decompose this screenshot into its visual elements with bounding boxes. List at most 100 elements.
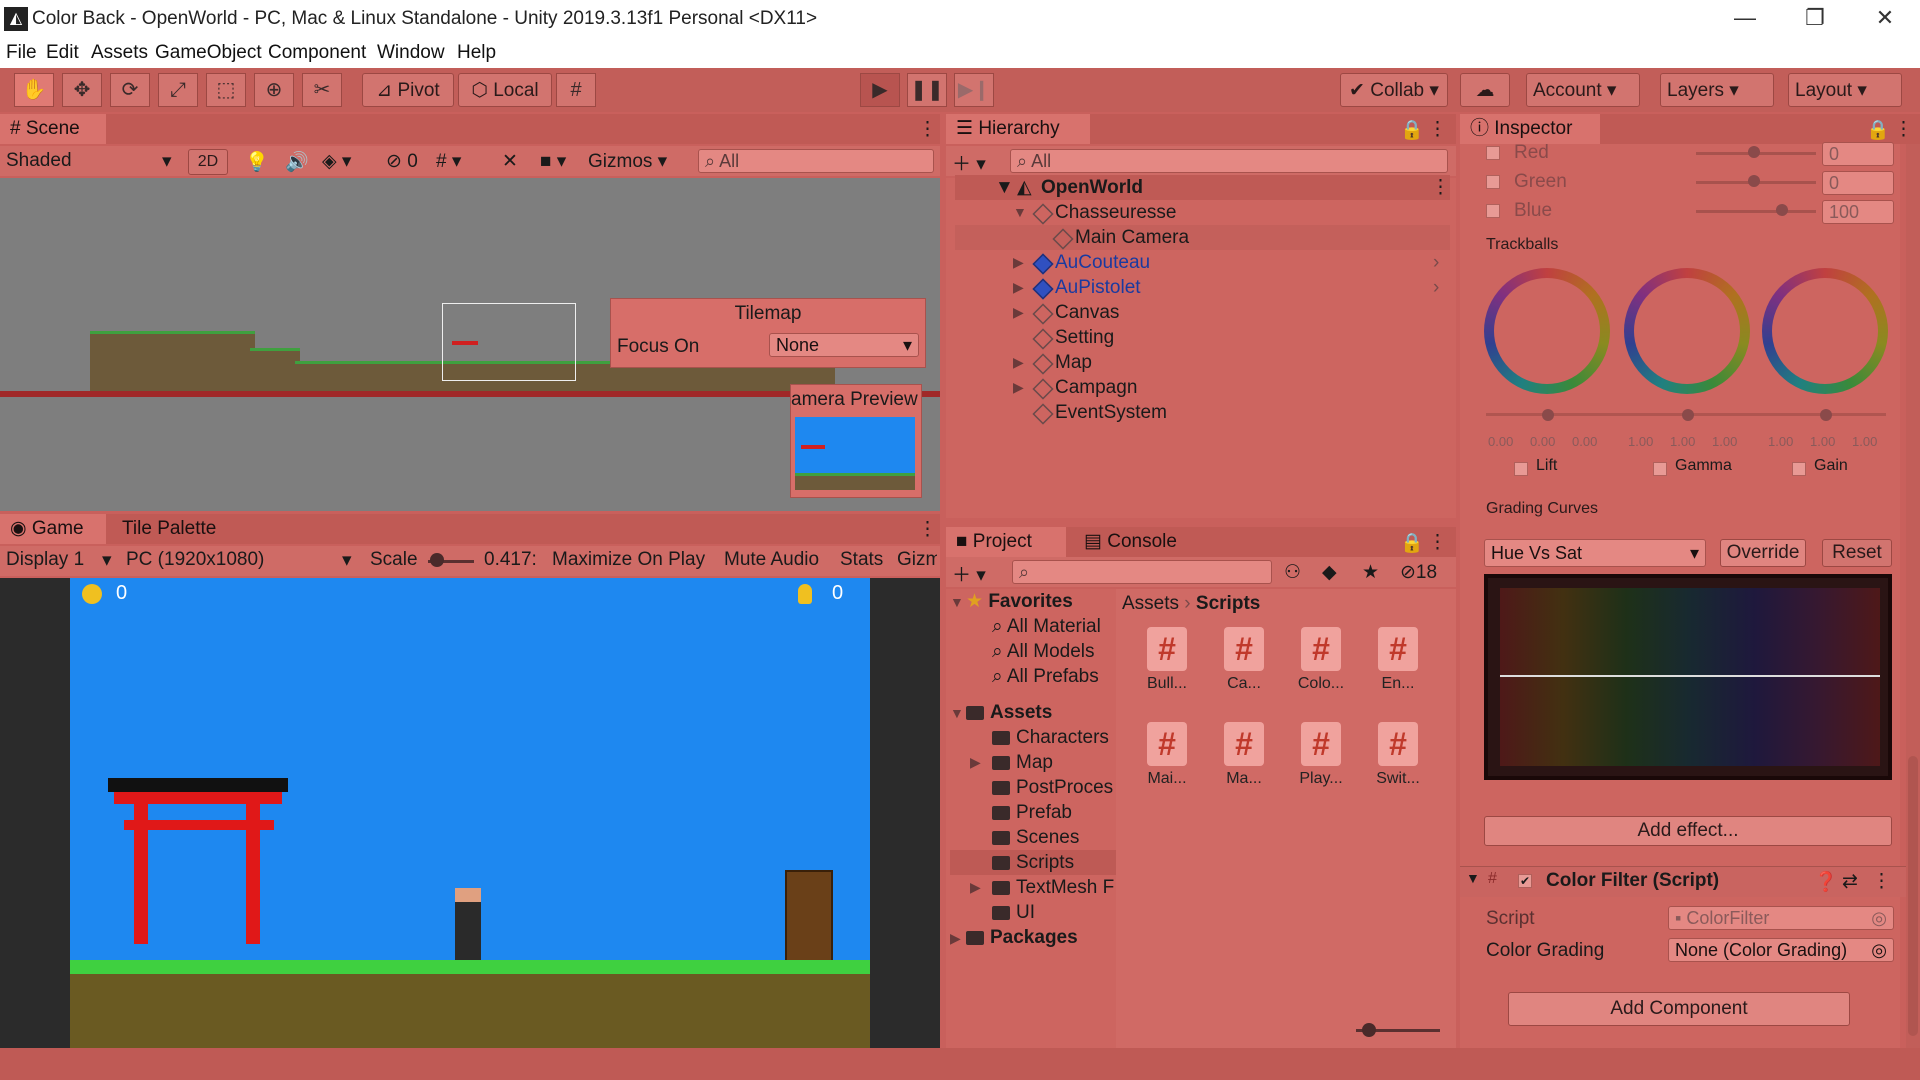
enabled-checkbox[interactable]: ✔ [1518, 874, 1532, 888]
hierarchy-row[interactable]: ▶ Canvas [955, 300, 1450, 325]
collab-dropdown[interactable]: ✔ Collab ▾ [1340, 73, 1448, 107]
grid-toggle-icon[interactable]: # ▾ [436, 150, 461, 173]
project-search-input[interactable]: ⌕ [1012, 560, 1272, 584]
script-tile[interactable]: # Colo... [1286, 627, 1356, 717]
expand-arrow-icon[interactable]: ▶ [970, 875, 981, 900]
transform-tool-icon[interactable]: ⊕ [254, 73, 294, 107]
favorite-all-prefabs[interactable]: ⌕ All Prefabs [992, 664, 1099, 689]
2d-toggle[interactable]: 2D [188, 149, 228, 175]
gizmos-dropdown[interactable]: Gizmos ▾ [588, 150, 667, 173]
trackball-checkbox[interactable] [1514, 462, 1528, 476]
game-viewport[interactable]: 0 0 [0, 578, 940, 1048]
hierarchy-row[interactable]: ▶ AuCouteau › [955, 250, 1450, 275]
maximize-on-play-toggle[interactable]: Maximize On Play [552, 549, 705, 571]
folder-item[interactable]: Prefab [950, 800, 1116, 825]
hierarchy-scene-row[interactable]: ▼ ◭ OpenWorld ⋮ [955, 175, 1450, 200]
hierarchy-row[interactable]: EventSystem [955, 400, 1450, 425]
hierarchy-row[interactable]: ▶ AuPistolet › [955, 275, 1450, 300]
favorite-star-icon[interactable]: ★ [1362, 561, 1379, 584]
help-icon[interactable]: ❓ [1814, 870, 1838, 894]
channel-checkbox[interactable] [1486, 175, 1500, 189]
project-lock-icon[interactable]: 🔒 [1400, 531, 1424, 555]
menu-assets[interactable]: Assets [91, 42, 148, 64]
camera-icon[interactable]: ■ ▾ [540, 150, 566, 173]
channel-value-field[interactable]: 100 [1822, 200, 1894, 224]
trackball-lift[interactable] [1484, 268, 1610, 394]
minimize-button[interactable]: — [1710, 0, 1780, 38]
inspector-menu-icon[interactable]: ⋮ [1894, 118, 1913, 141]
game-gizmos-toggle[interactable]: Gizm [897, 549, 937, 571]
expand-arrow-icon[interactable]: ▶ [1013, 275, 1024, 300]
assets-header[interactable]: ▼ Assets [950, 700, 1052, 725]
expand-arrow-icon[interactable]: ▶ [1013, 250, 1024, 275]
trackball-gain[interactable] [1762, 268, 1888, 394]
channel-slider-thumb[interactable] [1776, 204, 1788, 216]
hierarchy-lock-icon[interactable]: 🔒 [1400, 118, 1424, 142]
presets-icon[interactable]: ⇄ [1842, 870, 1858, 893]
hierarchy-row[interactable]: ▶ Campagn [955, 375, 1450, 400]
menu-component[interactable]: Component [268, 42, 366, 64]
lighting-icon[interactable]: 💡 [245, 150, 269, 174]
hierarchy-row[interactable]: Main Camera [955, 225, 1450, 250]
focus-on-dropdown[interactable]: None ▾ [769, 333, 919, 357]
scene-menu-icon[interactable]: ⋮ [918, 118, 937, 141]
account-dropdown[interactable]: Account ▾ [1526, 73, 1640, 107]
hand-tool-icon[interactable]: ✋ [14, 73, 54, 107]
lift-slider-thumb[interactable] [1542, 409, 1554, 421]
filter-type-icon[interactable]: ⚇ [1284, 561, 1301, 584]
script-tile[interactable]: # Bull... [1132, 627, 1202, 717]
tools-icon[interactable]: ✕ [502, 150, 518, 173]
effects-icon[interactable]: ◈ ▾ [322, 150, 351, 173]
hierarchy-search-input[interactable]: ⌕ All [1010, 149, 1448, 173]
hierarchy-add-button[interactable]: ＋ ▾ [952, 149, 986, 176]
game-menu-icon[interactable]: ⋮ [918, 518, 937, 541]
tab-inspector[interactable]: ⓘ Inspector [1460, 114, 1600, 144]
local-toggle[interactable]: ⬡ Local [458, 73, 552, 107]
menu-file[interactable]: File [6, 42, 37, 64]
play-button[interactable]: ▶ [860, 73, 900, 107]
scene-menu-dots-icon[interactable]: ⋮ [1431, 175, 1450, 200]
menu-help[interactable]: Help [457, 42, 496, 64]
channel-checkbox[interactable] [1486, 204, 1500, 218]
expand-arrow-icon[interactable]: ▶ [1013, 350, 1024, 375]
tab-scene[interactable]: # Scene [0, 114, 106, 144]
pause-button[interactable]: ❚❚ [907, 73, 947, 107]
channel-slider-track[interactable] [1696, 210, 1816, 213]
folder-item[interactable]: UI [950, 900, 1116, 925]
rect-tool-icon[interactable]: ⬚ [206, 73, 246, 107]
curve-mode-dropdown[interactable]: Hue Vs Sat ▾ [1484, 539, 1706, 567]
script-tile[interactable]: # Ma... [1209, 722, 1279, 812]
trackball-gamma[interactable] [1624, 268, 1750, 394]
hierarchy-menu-icon[interactable]: ⋮ [1428, 118, 1447, 141]
icon-size-slider-thumb[interactable] [1362, 1023, 1376, 1037]
hierarchy-row[interactable]: ▼ Chasseuresse [955, 200, 1450, 225]
expand-arrow-icon[interactable]: ▶ [970, 750, 981, 775]
hierarchy-row[interactable]: Setting [955, 325, 1450, 350]
breadcrumb-scripts[interactable]: Scripts [1196, 593, 1260, 614]
curve-line[interactable] [1500, 675, 1880, 677]
channel-slider-thumb[interactable] [1748, 146, 1760, 158]
add-component-button[interactable]: Add Component [1508, 992, 1850, 1026]
channel-slider-thumb[interactable] [1748, 175, 1760, 187]
mute-audio-toggle[interactable]: Mute Audio [724, 549, 819, 571]
audio-icon[interactable]: 🔊 [285, 150, 309, 174]
folder-item[interactable]: PostProces [950, 775, 1116, 800]
close-button[interactable]: ✕ [1850, 0, 1920, 38]
gain-slider-thumb[interactable] [1820, 409, 1832, 421]
folder-item[interactable]: ▶ Map [950, 750, 1116, 775]
add-effect-button[interactable]: Add effect... [1484, 816, 1892, 846]
favorites-header[interactable]: ▼ ★ Favorites [950, 589, 1073, 614]
component-menu-icon[interactable]: ⋮ [1872, 870, 1891, 893]
script-tile[interactable]: # Ca... [1209, 627, 1279, 717]
script-tile[interactable]: # En... [1363, 627, 1433, 717]
grid-snap-icon[interactable]: # [556, 73, 596, 107]
menu-edit[interactable]: Edit [46, 42, 79, 64]
expand-arrow-icon[interactable]: ▶ [1013, 375, 1024, 400]
inspector-lock-icon[interactable]: 🔒 [1866, 118, 1890, 142]
pivot-toggle[interactable]: ⊿ Pivot [362, 73, 454, 107]
project-add-button[interactable]: ＋ ▾ [952, 560, 986, 587]
tab-console[interactable]: ▤ Console [1074, 527, 1187, 557]
tab-project[interactable]: ■ Project [946, 527, 1066, 557]
hidden-packages-toggle[interactable]: ⊘18 [1400, 561, 1437, 584]
maximize-button[interactable]: ❐ [1780, 0, 1850, 38]
